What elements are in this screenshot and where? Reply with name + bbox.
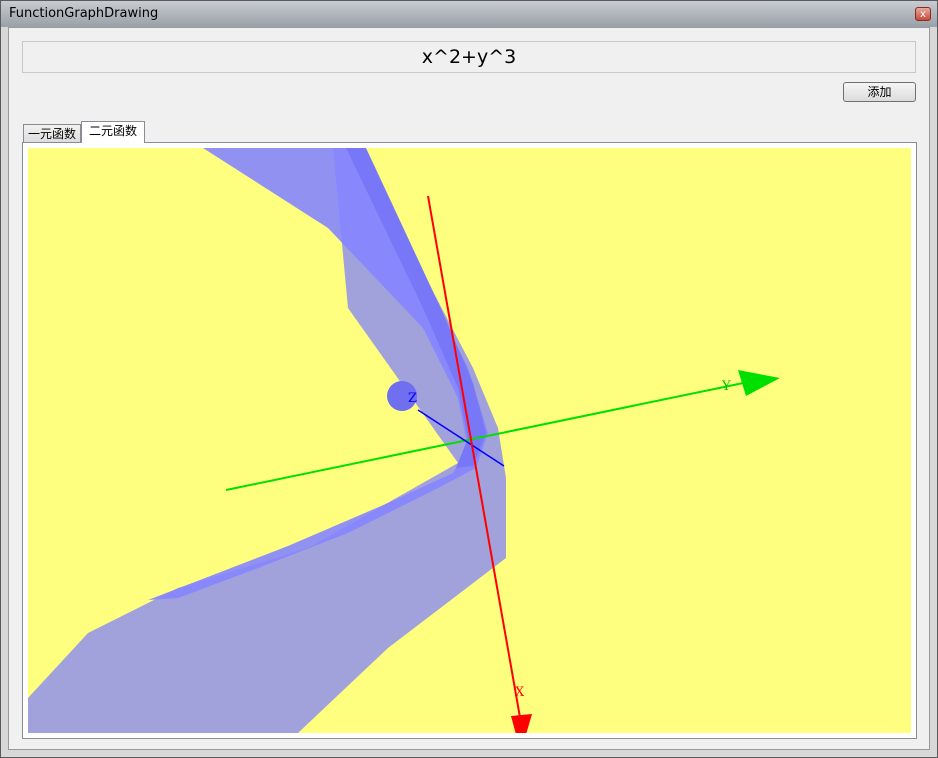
tab-unary-function[interactable]: 一元函数 [23,124,81,143]
formula-input[interactable]: x^2+y^3 [22,41,916,73]
y-axis-label: Y [721,379,731,394]
client-area: x^2+y^3 添加 一元函数 二元函数 X Y Z [8,27,930,750]
x-axis [427,195,522,724]
tab-binary-function[interactable]: 二元函数 [81,121,145,143]
x-axis-label: X [515,685,525,700]
window-title: FunctionGraphDrawing [9,6,159,21]
graph-canvas: X Y Z [28,148,780,733]
z-axis-label: Z [408,391,417,406]
close-button[interactable]: x [915,7,931,21]
title-bar[interactable]: FunctionGraphDrawing x [1,1,937,27]
y-axis-arrow [738,370,780,396]
x-axis-arrow [511,714,532,733]
add-button[interactable]: 添加 [843,82,916,102]
tab-panel: X Y Z [22,142,917,739]
app-window: FunctionGraphDrawing x x^2+y^3 添加 一元函数 二… [0,0,938,758]
graph-viewport[interactable]: X Y Z [28,148,911,733]
